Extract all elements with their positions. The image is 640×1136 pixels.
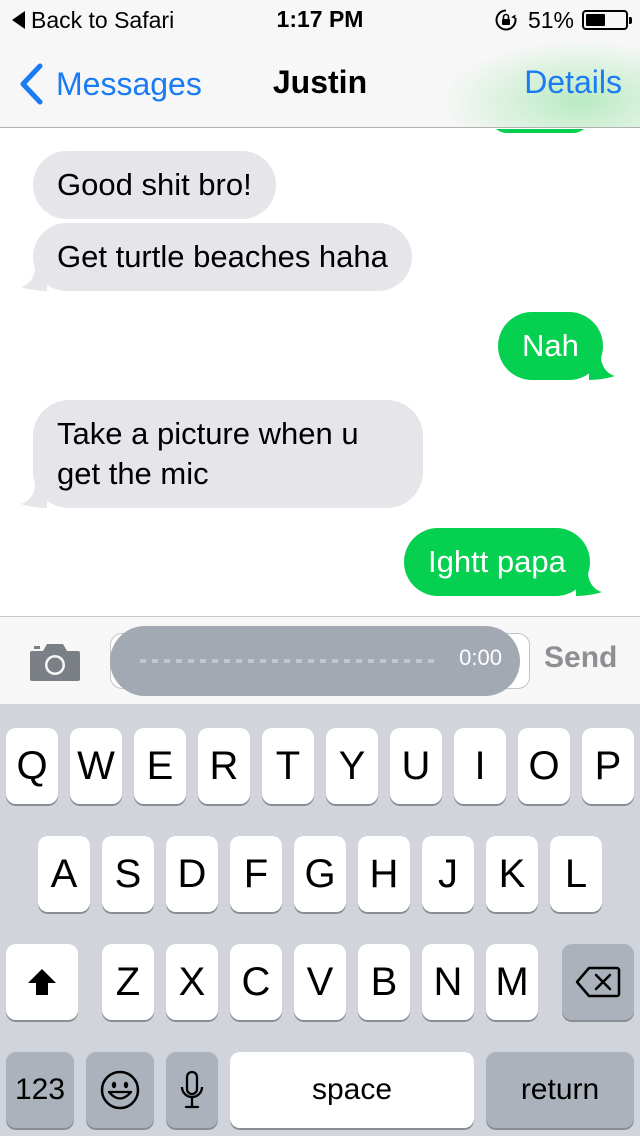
orientation-lock-icon (495, 9, 517, 31)
keyboard: Q W E R T Y U I O P A S D F G H J K L Z … (0, 704, 640, 1136)
key-f[interactable]: F (230, 836, 282, 912)
return-key[interactable]: return (486, 1052, 634, 1128)
key-t[interactable]: T (262, 728, 314, 804)
outgoing-message-bubble[interactable]: Nah (498, 312, 615, 380)
key-m[interactable]: M (486, 944, 538, 1020)
outgoing-message-bubble[interactable]: Ightt papa (404, 528, 602, 596)
navigation-bar: Messages Justin Details (0, 40, 640, 128)
camera-icon[interactable] (28, 641, 82, 683)
delete-icon (575, 966, 621, 998)
bubble-tail (21, 267, 47, 291)
message-text: Get turtle beaches haha (57, 239, 388, 274)
key-n[interactable]: N (422, 944, 474, 1020)
bubble-tail (588, 356, 615, 380)
message-text: Good shit bro! (57, 167, 252, 202)
delete-key[interactable] (562, 944, 634, 1020)
key-z[interactable]: Z (102, 944, 154, 1020)
key-l[interactable]: L (550, 836, 602, 912)
microphone-icon (180, 1070, 204, 1109)
message-text: Nah (522, 328, 579, 363)
key-a[interactable]: A (38, 836, 90, 912)
emoji-icon (100, 1070, 140, 1110)
send-button[interactable]: Send (544, 641, 617, 675)
details-button[interactable]: Details (524, 64, 622, 101)
key-d[interactable]: D (166, 836, 218, 912)
key-b[interactable]: B (358, 944, 410, 1020)
battery-icon (582, 10, 632, 30)
audio-waveform (140, 659, 440, 663)
key-v[interactable]: V (294, 944, 346, 1020)
key-i[interactable]: I (454, 728, 506, 804)
emoji-key[interactable] (86, 1052, 154, 1128)
bubble-tail (575, 572, 602, 596)
key-j[interactable]: J (422, 836, 474, 912)
message-input-bar: 0:00 Send (0, 616, 640, 704)
key-x[interactable]: X (166, 944, 218, 1020)
key-h[interactable]: H (358, 836, 410, 912)
key-k[interactable]: K (486, 836, 538, 912)
bubble-tail (21, 484, 47, 508)
key-q[interactable]: Q (6, 728, 58, 804)
space-key[interactable]: space (230, 1052, 474, 1128)
message-text: Take a picture when u get the mic (57, 416, 359, 491)
key-o[interactable]: O (518, 728, 570, 804)
incoming-message-bubble[interactable]: Good shit bro! (33, 151, 276, 219)
key-p[interactable]: P (582, 728, 634, 804)
shift-icon (28, 969, 56, 995)
key-w[interactable]: W (70, 728, 122, 804)
audio-recording-pill[interactable]: 0:00 (110, 626, 520, 696)
key-e[interactable]: E (134, 728, 186, 804)
key-y[interactable]: Y (326, 728, 378, 804)
incoming-message-bubble[interactable]: Get turtle beaches haha (21, 223, 412, 291)
key-c[interactable]: C (230, 944, 282, 1020)
battery-percentage: 51% (527, 6, 574, 33)
battery-nub (629, 17, 632, 24)
status-bar: Back to Safari 1:17 PM 51% (0, 0, 640, 40)
audio-duration: 0:00 (459, 645, 502, 670)
status-indicators: 51% (494, 6, 632, 34)
message-thread[interactable]: Good shit bro! Get turtle beaches haha N… (0, 129, 640, 616)
key-s[interactable]: S (102, 836, 154, 912)
dictation-key[interactable] (166, 1052, 218, 1128)
key-r[interactable]: R (198, 728, 250, 804)
numbers-key[interactable]: 123 (6, 1052, 74, 1128)
key-u[interactable]: U (390, 728, 442, 804)
previous-outgoing-bubble (490, 129, 590, 133)
incoming-message-bubble[interactable]: Take a picture when u get the mic (21, 400, 423, 508)
battery-level (586, 14, 605, 26)
key-g[interactable]: G (294, 836, 346, 912)
shift-key[interactable] (6, 944, 78, 1020)
message-text: Ightt papa (428, 544, 566, 579)
